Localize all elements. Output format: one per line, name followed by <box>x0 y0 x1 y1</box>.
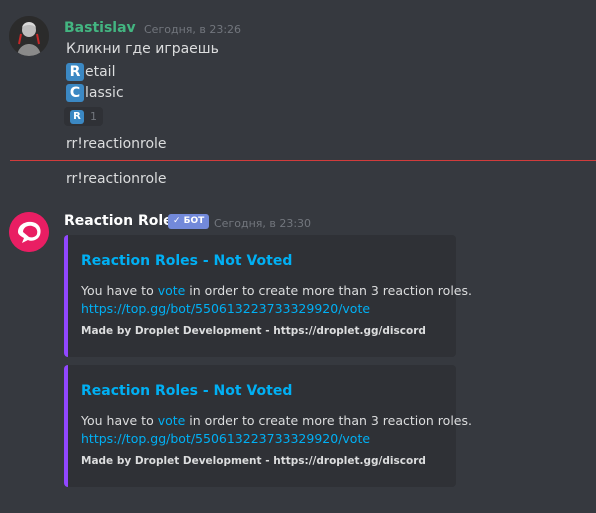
embed-title[interactable]: Reaction Roles - Not Voted <box>81 383 292 399</box>
new-messages-divider <box>10 160 596 161</box>
vote-link[interactable]: vote <box>158 283 186 298</box>
role-option-classic: C lassic <box>66 84 124 102</box>
embed-description: You have to vote in order to create more… <box>81 282 472 318</box>
command-message: rr!reactionrole <box>66 136 167 152</box>
vote-url-link[interactable]: https://top.gg/bot/550613223733329920/vo… <box>81 431 370 446</box>
regional-indicator-r-emoji: R <box>70 109 84 124</box>
vote-link[interactable]: vote <box>158 413 186 428</box>
message-timestamp: Сегодня, в 23:26 <box>144 23 242 36</box>
bot-username[interactable]: Reaction Roles <box>64 213 181 229</box>
regional-indicator-c-emoji: C <box>66 84 84 102</box>
reaction-button[interactable]: R 1 <box>64 107 103 126</box>
role-option-text: lassic <box>85 85 124 101</box>
reaction-count: 1 <box>90 110 97 123</box>
embed-card: Reaction Roles - Not Voted You have to v… <box>64 365 472 487</box>
embed-text: You have to <box>81 413 158 428</box>
command-message: rr!reactionrole <box>66 171 167 187</box>
embed-title[interactable]: Reaction Roles - Not Voted <box>81 253 292 269</box>
embed-description: You have to vote in order to create more… <box>81 412 472 448</box>
message-text: Кликни где играешь <box>66 41 219 57</box>
embed-footer: Made by Droplet Development - https://dr… <box>81 325 426 337</box>
user-avatar[interactable] <box>9 16 49 56</box>
embed-footer: Made by Droplet Development - https://dr… <box>81 455 426 467</box>
message-timestamp: Сегодня, в 23:30 <box>214 217 312 230</box>
role-option-text: etail <box>85 64 116 80</box>
bot-avatar[interactable] <box>9 212 49 252</box>
embed-text: in order to create more than 3 reaction … <box>185 413 472 428</box>
embed-text: in order to create more than 3 reaction … <box>185 283 472 298</box>
vote-url-link[interactable]: https://top.gg/bot/550613223733329920/vo… <box>81 301 370 316</box>
embed-text: You have to <box>81 283 158 298</box>
bot-badge: ✓ БОТ <box>168 214 210 229</box>
role-option-retail: R etail <box>66 63 115 81</box>
user-username[interactable]: Bastislav <box>64 20 136 36</box>
regional-indicator-r-emoji: R <box>66 63 84 81</box>
embed-card: Reaction Roles - Not Voted You have to v… <box>64 235 472 357</box>
